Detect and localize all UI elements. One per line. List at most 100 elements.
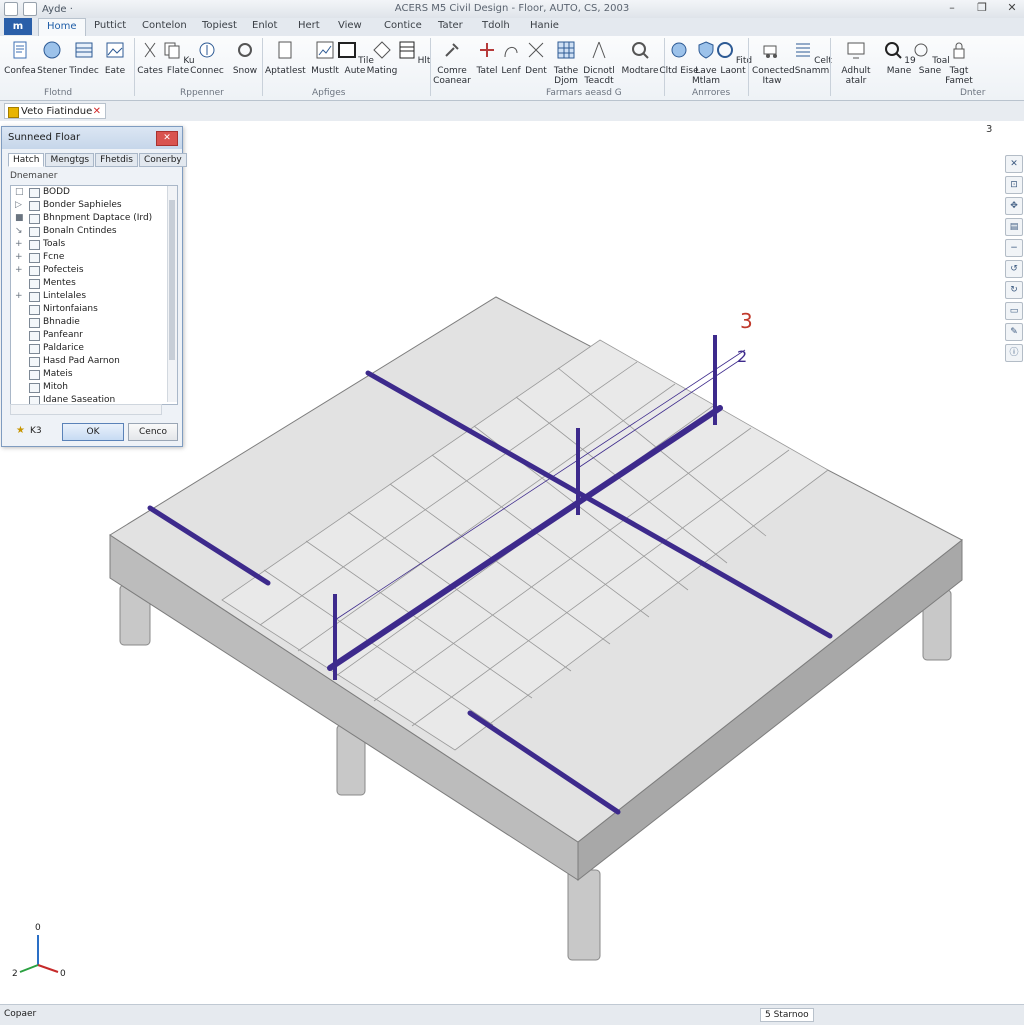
scrollbar-thumb[interactable] <box>169 200 175 360</box>
tab-home[interactable]: Home <box>38 18 86 37</box>
tab-fhetdis[interactable]: Fhetdis <box>95 153 138 167</box>
image-icon <box>106 42 124 58</box>
dimension-label-2: 2 <box>737 347 748 366</box>
folder-icon <box>29 240 40 250</box>
tab-contice[interactable]: Contice <box>384 20 422 31</box>
dimension-label-3: 3 <box>740 309 753 333</box>
ok-button[interactable]: OK <box>62 423 124 441</box>
ribbon-separator <box>430 38 431 96</box>
tab-topiest[interactable]: Topiest <box>202 20 237 31</box>
tab-tater[interactable]: Tater <box>438 20 463 31</box>
tree-item[interactable]: Hasd Pad Aarnon <box>11 355 177 368</box>
tree-item[interactable]: + Fcne <box>11 251 177 264</box>
zoom-icon[interactable]: ⊡ <box>1005 176 1023 194</box>
star-icon[interactable]: ★ <box>16 425 25 436</box>
ribbon-button-conected-itaw[interactable]: Conected Itaw <box>752 39 795 86</box>
ribbon-button-celt-snamm[interactable]: Celt Snamm <box>792 39 832 76</box>
tree-item[interactable]: Mateis <box>11 368 177 381</box>
tree-item[interactable]: ■ Bhnpment Daptace (Ird) <box>11 212 177 225</box>
ribbon-button-dicnotl-teacdt[interactable]: Dicnotl Teacdt <box>579 39 619 86</box>
ribbon-button-tagt-famet[interactable]: Tagt Famet <box>939 39 979 86</box>
tree-item[interactable]: Paldarice <box>11 342 177 355</box>
diamond-icon <box>373 41 391 59</box>
ribbon-button-connec[interactable]: Connec <box>187 39 227 76</box>
chart-icon <box>316 41 334 59</box>
close-icon[interactable]: ✕ <box>156 131 178 146</box>
ribbon-button-aptatlest[interactable]: Aptatlest <box>265 39 306 76</box>
ribbon-button-eate[interactable]: Eate <box>95 39 135 76</box>
ribbon-tabs: m Home Puttict Contelon Topiest Enlot He… <box>0 18 1024 37</box>
tab-hatch[interactable]: Hatch <box>8 153 45 167</box>
tab-contelon[interactable]: Contelon <box>142 20 187 31</box>
tree-item[interactable]: Mitoh <box>11 381 177 394</box>
tab-mengtgs[interactable]: Mengtgs <box>45 153 95 167</box>
ribbon-separator <box>262 38 263 96</box>
tree-item[interactable]: Mentes <box>11 277 177 290</box>
status-badge[interactable]: 5 Starnoo <box>760 1008 814 1022</box>
tab-hert[interactable]: Hert <box>298 20 320 31</box>
floor-dialog: Sunneed Floar ✕ Hatch Mengtgs Fhetdis Co… <box>1 126 187 447</box>
edit-icon[interactable]: ✎ <box>1005 323 1023 341</box>
tree-scrollbar[interactable] <box>167 186 177 402</box>
tree-item[interactable]: Panfeanr <box>11 329 177 342</box>
info-icon[interactable]: ⓘ <box>1005 344 1023 362</box>
maximize-icon[interactable]: ❐ <box>974 1 990 14</box>
folder-icon <box>29 331 40 341</box>
tab-enlot[interactable]: Enlot <box>252 20 277 31</box>
folder-icon <box>29 227 40 237</box>
minus-icon[interactable]: − <box>1005 239 1023 257</box>
tree-item[interactable]: ↘ Bonaln Cntindes <box>11 225 177 238</box>
ribbon-button-modtare[interactable]: Modtare <box>620 39 660 76</box>
horizontal-scrollbar[interactable] <box>10 404 162 415</box>
ribbon-group-label: Apfiges <box>312 88 346 98</box>
grid-icon <box>75 42 93 58</box>
tree-item[interactable]: Nirtonfaians <box>11 303 177 316</box>
folder-icon <box>29 357 40 367</box>
ribbon-button-fitd-laont[interactable]: Fitd Laont <box>713 39 753 76</box>
window-controls[interactable]: – ❐ ✕ <box>944 1 1020 14</box>
tree-item[interactable]: + Lintelales <box>11 290 177 303</box>
redo-icon[interactable]: ↻ <box>1005 281 1023 299</box>
folder-icon <box>29 266 40 276</box>
undo-icon[interactable]: ↺ <box>1005 260 1023 278</box>
measure-icon[interactable]: ▭ <box>1005 302 1023 320</box>
component-tree[interactable]: □ BODD ▷ Bonder Saphieles ■ Bhnpment Daptac… <box>10 185 178 405</box>
search-icon <box>632 42 649 59</box>
axis-label-x: 2 <box>12 969 18 979</box>
close-tab-icon[interactable]: ✕ <box>93 104 101 120</box>
ribbon-button-snow[interactable]: Snow <box>225 39 265 76</box>
document-tab[interactable]: Veto Fiatindue ✕ <box>4 103 106 119</box>
document-icon <box>8 107 19 118</box>
tab-hanie[interactable]: Hanie <box>530 20 559 31</box>
window-icon <box>338 42 357 58</box>
pan-icon[interactable]: ✥ <box>1005 197 1023 215</box>
ribbon-group-label: Dnter <box>960 88 986 98</box>
select-icon[interactable]: ✕ <box>1005 155 1023 173</box>
tab-conerby[interactable]: Conerby <box>138 153 187 167</box>
ribbon-button-comre-coanear[interactable]: Comre Coanear <box>432 39 472 86</box>
column <box>567 869 601 961</box>
tree-item[interactable]: Bhnadie <box>11 316 177 329</box>
tab-tdolh[interactable]: Tdolh <box>482 20 510 31</box>
folder-icon <box>29 201 40 211</box>
tab-view[interactable]: View <box>338 20 362 31</box>
table-icon <box>399 41 415 59</box>
folder-icon <box>29 344 40 354</box>
cancel-button[interactable]: Cenco <box>128 423 178 441</box>
ribbon-group-label: Flotnd <box>44 88 73 98</box>
layer-icon[interactable]: ▤ <box>1005 218 1023 236</box>
tree-item[interactable]: + Pofecteis <box>11 264 177 277</box>
ribbon-button-hlt[interactable]: Hlt <box>393 39 433 66</box>
ribbon-button-adhult-atalr[interactable]: Adhult atalr <box>836 39 876 86</box>
compass-icon <box>592 41 606 59</box>
tree-item[interactable]: □ BODD <box>11 186 177 199</box>
minimize-icon[interactable]: – <box>944 1 960 14</box>
tree-item[interactable]: + Toals <box>11 238 177 251</box>
tree-item[interactable]: ▷ Bonder Saphieles <box>11 199 177 212</box>
close-icon[interactable]: ✕ <box>1004 1 1020 14</box>
globe-icon <box>43 41 61 59</box>
ribbon-separator <box>830 38 831 96</box>
tab-puttict[interactable]: Puttict <box>94 20 126 31</box>
file-tab[interactable]: m <box>4 18 32 35</box>
axis-label-y: 0 <box>60 969 66 979</box>
